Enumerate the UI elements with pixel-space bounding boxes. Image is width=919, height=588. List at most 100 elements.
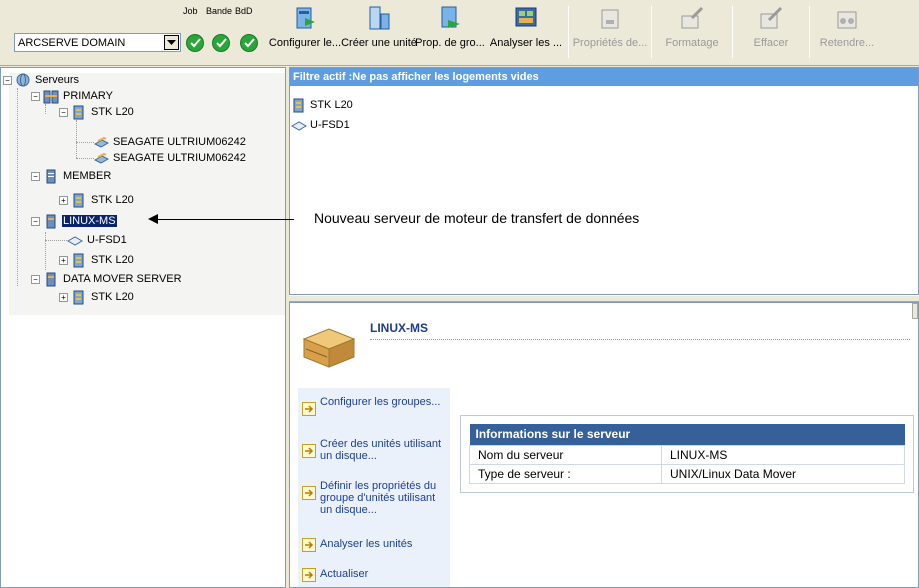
- tape-status-ok-icon[interactable]: [212, 34, 230, 52]
- db-status-label: BdD: [235, 6, 253, 16]
- callout-arrow-icon: [148, 214, 158, 224]
- job-status-label: Job: [183, 6, 198, 16]
- server-title: LINUX-MS: [370, 321, 428, 335]
- tree-node-linux-ms[interactable]: − LINUX-MS: [31, 213, 117, 229]
- group-properties-button[interactable]: Prop. de gro...: [415, 0, 485, 66]
- format-label: Formatage: [665, 37, 719, 49]
- toolbar: Configurer le... Créer une unité Prop. d…: [268, 0, 919, 66]
- servers-globe-icon: [16, 73, 30, 86]
- info-key: Nom du serveur: [469, 444, 662, 465]
- tree-label-primary-library: STK L20: [91, 106, 134, 118]
- tree-node-servers[interactable]: − Serveurs: [3, 72, 80, 88]
- device-manager-window: Job Bande BdD ARCSERVE DOMAIN Configurer…: [0, 0, 919, 588]
- tree-label-linux-fsd: U-FSD1: [87, 234, 127, 246]
- format-icon: [681, 6, 704, 29]
- table-row: Nom du serveur LINUX-MS: [469, 444, 905, 465]
- group-properties-label: Prop. de gro...: [415, 37, 485, 49]
- tape-drive-icon: [93, 136, 109, 148]
- expand-icon[interactable]: +: [59, 255, 68, 265]
- info-value: LINUX-MS: [661, 444, 905, 465]
- tree-node-primary-library[interactable]: − STK L20: [59, 104, 135, 120]
- create-unit-button[interactable]: Créer une unité: [341, 0, 417, 66]
- tree-node-member-library[interactable]: + STK L20: [59, 192, 135, 208]
- action-label: Définir les propriétés du groupe d'unité…: [320, 480, 437, 516]
- collapse-icon[interactable]: −: [59, 107, 68, 117]
- tree-node-linux-fsd[interactable]: U-FSD1: [67, 232, 128, 248]
- table-row: Type de serveur : UNIX/Linux Data Mover: [469, 463, 905, 484]
- tree-label-drive-2: SEAGATE ULTRIUM06242: [113, 152, 246, 164]
- collapse-icon[interactable]: −: [31, 171, 40, 181]
- analyze-button[interactable]: Analyser les ...: [484, 0, 568, 66]
- action-label: Créer des unités utilisant un disque...: [320, 438, 442, 462]
- collapse-icon[interactable]: −: [31, 274, 40, 284]
- tree-node-primary[interactable]: − PRIMARY: [31, 88, 114, 104]
- pane-splitter[interactable]: [289, 295, 919, 302]
- analyze-label: Analyser les ...: [489, 37, 563, 49]
- action-analyze-units[interactable]: Analyser les unités: [302, 538, 442, 552]
- action-create-disk-units[interactable]: Créer des unités utilisant un disque...: [302, 438, 442, 462]
- tape-library-icon: [73, 193, 84, 207]
- tree-node-dms-library[interactable]: + STK L20: [59, 289, 135, 305]
- action-configure-groups[interactable]: Configurer les groupes...: [302, 396, 442, 416]
- action-define-group-properties[interactable]: Définir les propriétés du groupe d'unité…: [302, 480, 450, 516]
- title-divider: [370, 339, 910, 340]
- collapse-icon[interactable]: −: [3, 75, 12, 85]
- arrow-right-icon: [302, 538, 316, 552]
- disk-device-icon: [67, 235, 83, 246]
- server-info-header: Informations sur le serveur: [469, 424, 905, 445]
- arrow-right-icon: [302, 486, 316, 500]
- tree-connector: [45, 240, 67, 241]
- device-list-label: U-FSD1: [310, 119, 350, 131]
- domain-select[interactable]: ARCSERVE DOMAIN: [14, 33, 181, 52]
- properties-icon: [601, 9, 619, 29]
- collapse-icon[interactable]: −: [31, 216, 40, 226]
- tree-label-linux-library: STK L20: [91, 254, 134, 266]
- create-unit-icon: [369, 6, 390, 30]
- tree-connector: [17, 88, 18, 286]
- format-button[interactable]: Formatage: [652, 0, 732, 66]
- configure-group-icon: [296, 7, 315, 29]
- group-properties-icon: [441, 6, 460, 28]
- server-box-icon: [302, 328, 356, 368]
- configure-group-button[interactable]: Configurer le...: [268, 0, 342, 66]
- linux-server-icon: [46, 214, 56, 228]
- expand-icon[interactable]: +: [59, 292, 68, 302]
- tree-connector: [76, 158, 94, 159]
- member-server-icon: [46, 169, 56, 183]
- tape-library-icon: [73, 290, 84, 304]
- retension-button[interactable]: Retendre...: [810, 0, 884, 66]
- expand-icon[interactable]: +: [59, 195, 68, 205]
- tree-label-member-library: STK L20: [91, 194, 134, 206]
- tree-label-member: MEMBER: [63, 170, 112, 182]
- retension-label: Retendre...: [819, 37, 875, 49]
- callout-text: Nouveau serveur de moteur de transfert d…: [314, 210, 640, 226]
- server-info-table: Informations sur le serveur Nom du serve…: [469, 424, 905, 484]
- arrow-right-icon: [302, 568, 316, 582]
- tree-node-drive-2[interactable]: SEAGATE ULTRIUM06242: [93, 150, 247, 166]
- erase-button[interactable]: Effacer: [733, 0, 809, 66]
- device-list-item[interactable]: STK L20: [291, 96, 353, 114]
- action-label: Actualiser: [320, 568, 369, 580]
- tree-label-data-mover-server: DATA MOVER SERVER: [63, 273, 182, 285]
- tree-node-member[interactable]: − MEMBER: [31, 168, 112, 184]
- chevron-down-icon[interactable]: [164, 35, 179, 50]
- db-status-ok-icon[interactable]: [240, 34, 258, 52]
- tree-node-data-mover-server[interactable]: − DATA MOVER SERVER: [31, 271, 183, 287]
- create-unit-label: Créer une unité: [341, 37, 417, 49]
- device-list-item[interactable]: U-FSD1: [291, 116, 350, 134]
- tree-node-linux-library[interactable]: + STK L20: [59, 252, 135, 268]
- scrollbar[interactable]: [912, 303, 918, 319]
- arrow-right-icon: [302, 444, 316, 458]
- configure-group-label: Configurer le...: [268, 37, 342, 49]
- device-list-pane: Filtre actif :Ne pas afficher les logeme…: [289, 67, 919, 295]
- device-properties-button[interactable]: Propriétés de...: [569, 0, 651, 66]
- tree-label-dms-library: STK L20: [91, 291, 134, 303]
- action-refresh[interactable]: Actualiser: [302, 568, 442, 582]
- retension-icon: [837, 11, 857, 29]
- tree-label-linux-ms: LINUX-MS: [62, 215, 117, 227]
- tree-node-drive-1[interactable]: SEAGATE ULTRIUM06242: [93, 134, 247, 150]
- tape-library-icon: [293, 98, 304, 112]
- collapse-icon[interactable]: −: [31, 91, 40, 101]
- job-status-ok-icon[interactable]: [186, 34, 204, 52]
- erase-icon: [760, 6, 783, 29]
